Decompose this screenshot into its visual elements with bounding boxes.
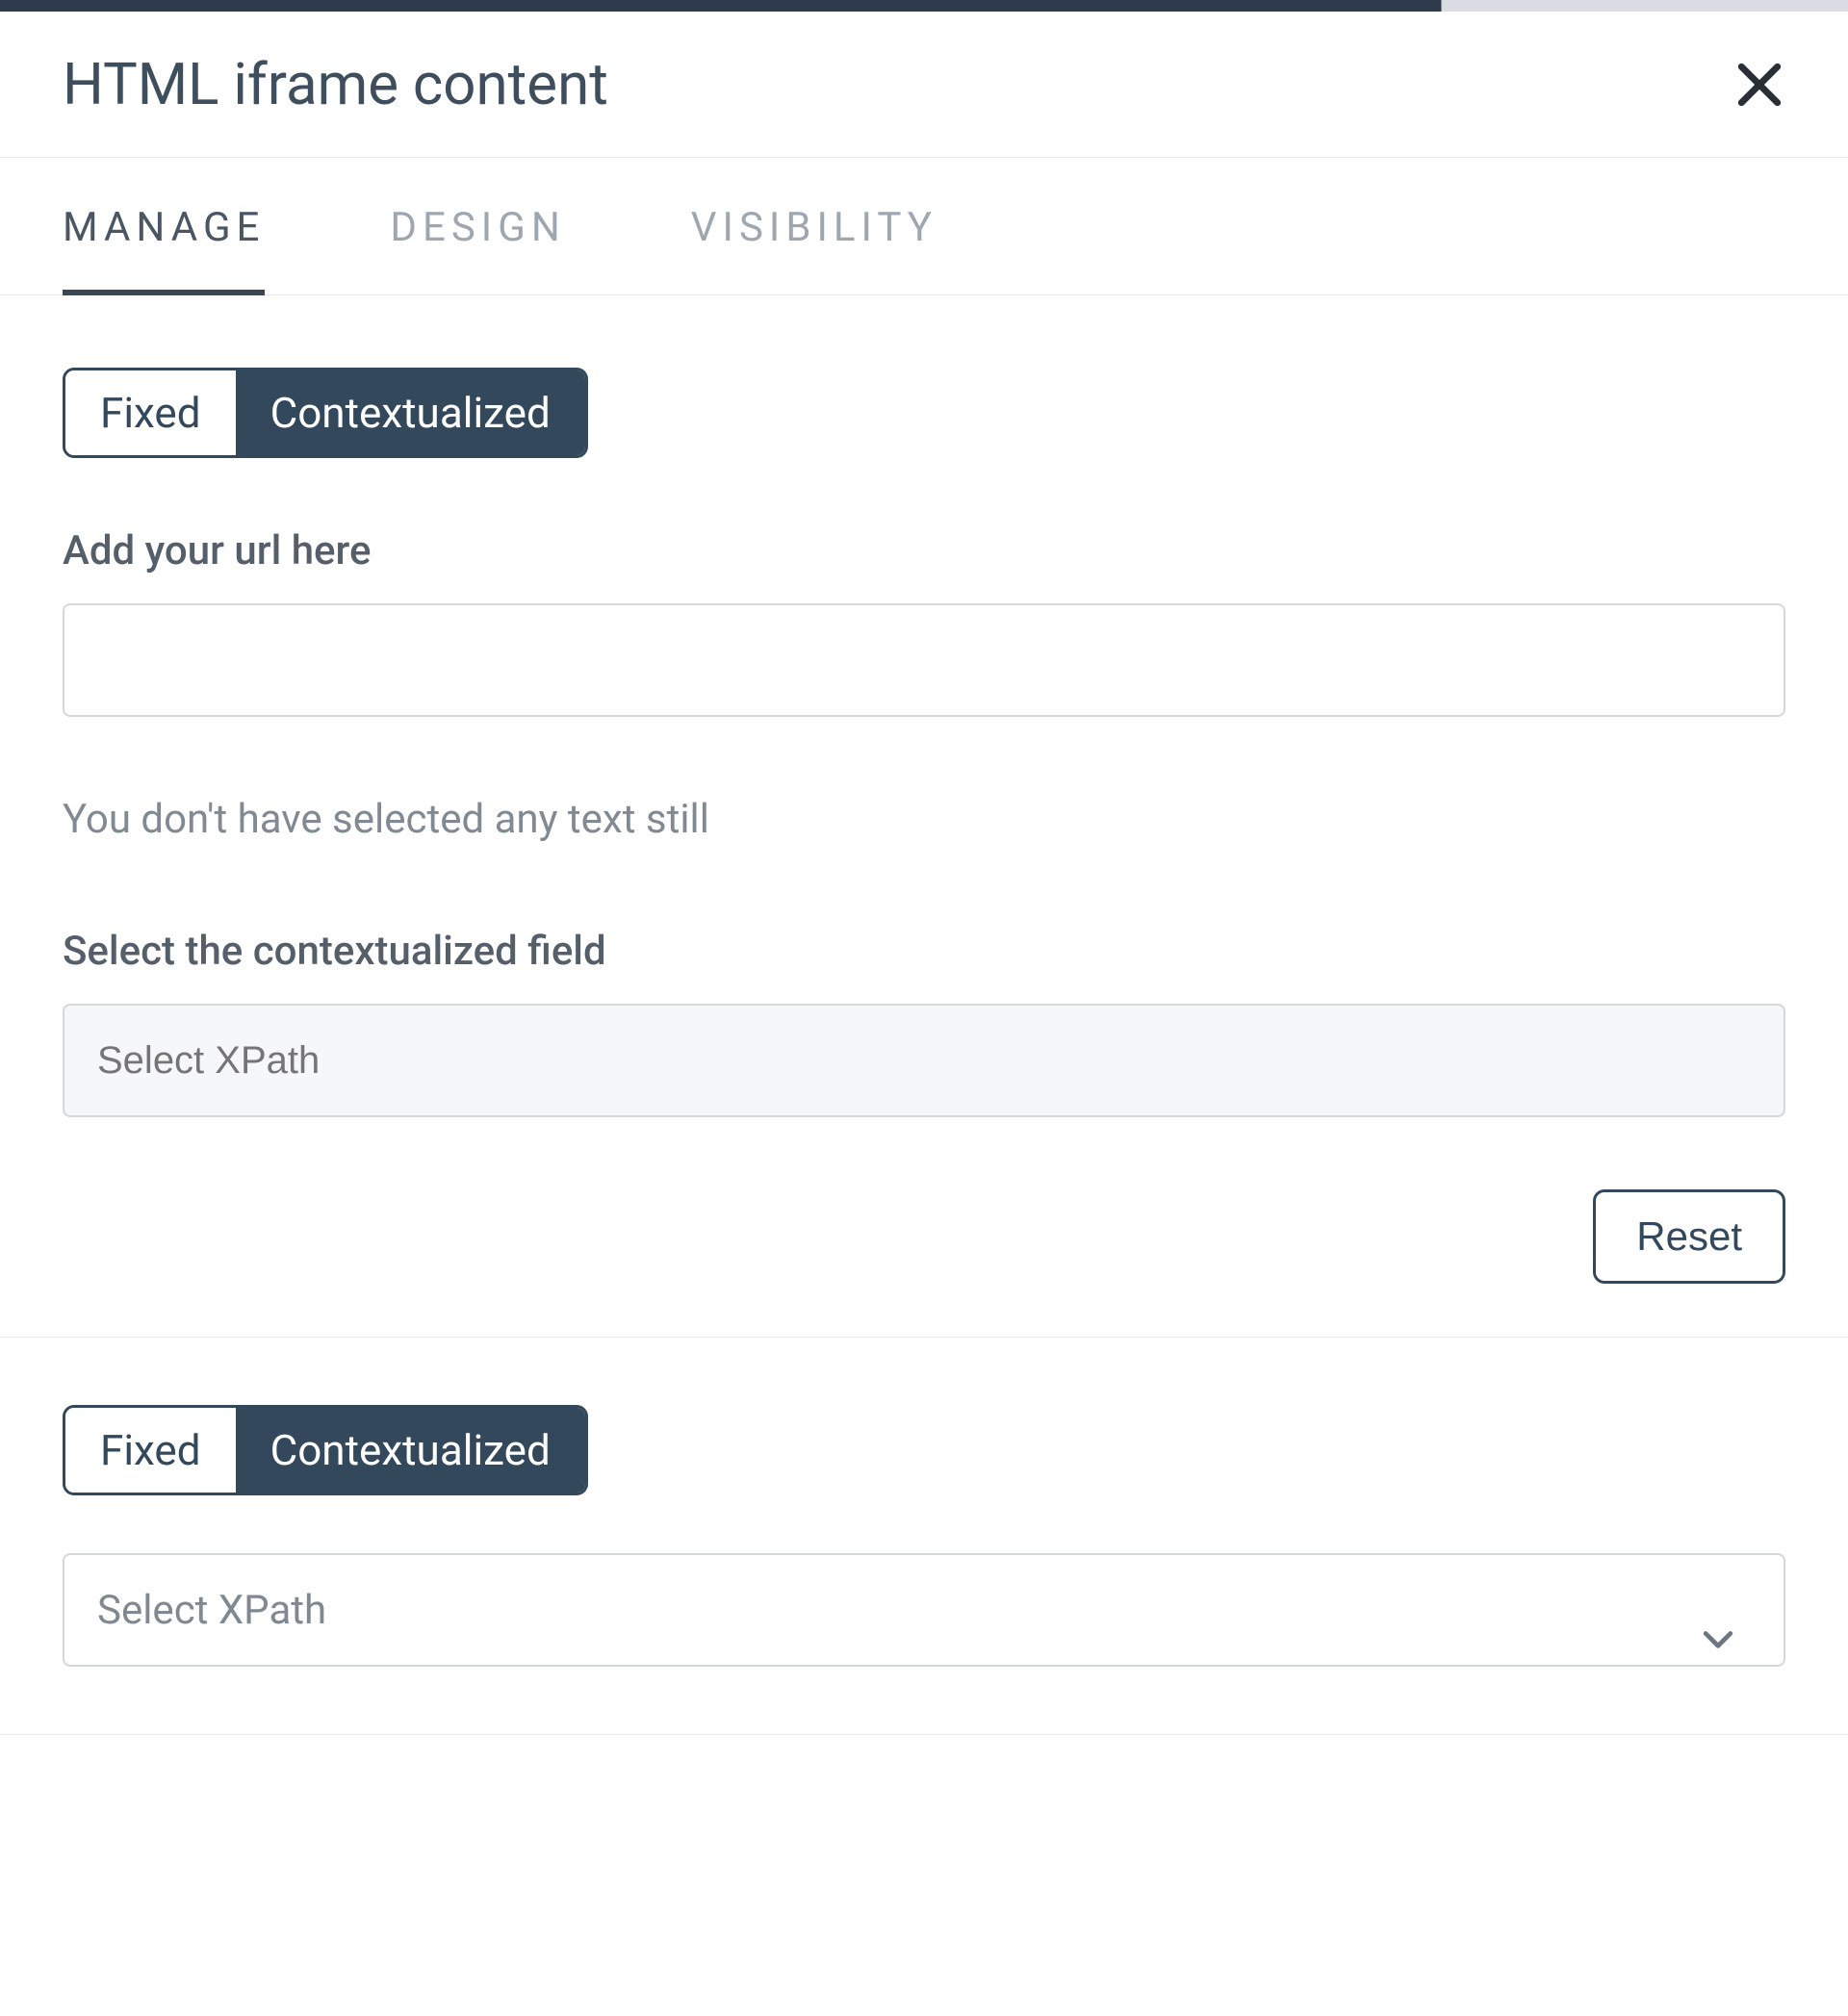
xpath-select[interactable]: Select XPath	[63, 1553, 1785, 1667]
second-mode-contextualized[interactable]: Contextualized	[236, 1408, 585, 1493]
xpath-input-readonly[interactable]	[63, 1004, 1785, 1117]
window-topbar	[0, 0, 1848, 12]
contextualized-field-label: Select the contextualized field	[63, 928, 1785, 975]
second-mode-fixed[interactable]: Fixed	[65, 1408, 236, 1493]
url-mode-toggle: Fixed Contextualized	[63, 368, 588, 458]
tab-design[interactable]: DESIGN	[390, 158, 565, 294]
section-divider-2	[0, 1734, 1848, 1735]
url-input[interactable]	[63, 603, 1785, 717]
second-section: Fixed Contextualized Select XPath	[0, 1338, 1848, 1734]
panel-header: HTML iframe content	[0, 12, 1848, 158]
tab-visibility[interactable]: VISIBILITY	[691, 158, 937, 294]
manage-panel: Fixed Contextualized Add your url here Y…	[0, 295, 1848, 1337]
url-mode-contextualized[interactable]: Contextualized	[236, 370, 585, 455]
close-button[interactable]	[1729, 54, 1790, 115]
close-icon	[1732, 58, 1786, 112]
reset-button[interactable]: Reset	[1593, 1189, 1785, 1284]
tab-bar: MANAGE DESIGN VISIBILITY	[0, 158, 1848, 295]
url-field-label: Add your url here	[63, 527, 1785, 574]
tab-manage[interactable]: MANAGE	[63, 158, 265, 295]
url-mode-fixed[interactable]: Fixed	[65, 370, 236, 455]
second-mode-toggle: Fixed Contextualized	[63, 1405, 588, 1495]
panel-title: HTML iframe content	[63, 50, 608, 118]
xpath-select-placeholder: Select XPath	[97, 1587, 326, 1634]
no-text-selected-helper: You don't have selected any text still	[63, 796, 1785, 843]
